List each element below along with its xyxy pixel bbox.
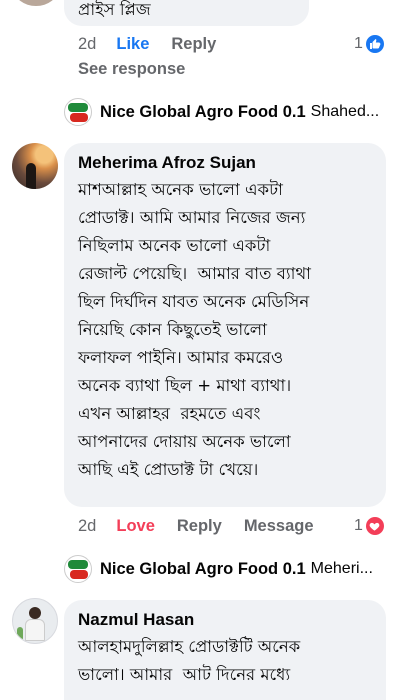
love-reaction-icon: [365, 517, 384, 535]
comment-bubble-nazmul: Nazmul Hasan আলহামদুলিল্লাহ প্রোডাক্টটি …: [64, 600, 386, 700]
comment-line: এখন আল্লাহর রহমতে এবং: [78, 404, 261, 423]
reply-button[interactable]: Reply: [177, 517, 222, 536]
comment-actions-top: 2d Like Reply: [78, 35, 238, 54]
comment-line: রেজাল্ট পেয়েছি। আমার বাত ব্যাথা: [78, 264, 311, 283]
comment-text-top: প্রাইস প্লিজ: [78, 0, 151, 19]
reply-preview-2[interactable]: Nice Global Agro Food 0.1 Meheri...: [64, 555, 373, 583]
comment-actions-meherima: 2d Love Reply Message: [78, 517, 336, 536]
avatar-meherima[interactable]: [12, 143, 58, 189]
page-logo-icon: [64, 98, 92, 126]
comment-line: আপনাদের দোয়ায় অনেক ভালো: [78, 432, 291, 451]
comment-text: আলহামদুলিল্লাহ প্রোডাক্টটি অনেক ভালো। আমা…: [78, 633, 383, 689]
timestamp[interactable]: 2d: [78, 35, 96, 54]
page-logo-icon: [64, 555, 92, 583]
reply-target-name: Shahed...: [310, 103, 380, 120]
reaction-summary-meherima[interactable]: 1: [354, 517, 384, 535]
avatar-top[interactable]: [14, 0, 58, 6]
like-reaction-icon: [365, 35, 384, 53]
comment-line: ছিল দির্ঘদিন যাবত অনেক মেডিসিন: [78, 292, 310, 311]
comment-bubble-top: প্রাইস প্লিজ: [64, 0, 309, 26]
comment-line: ফলাফল পাইনি। আমার কমরেও: [78, 348, 284, 367]
comment-line: আছি এই প্রোডাক্ট টা খেয়ে।: [78, 460, 259, 479]
reply-preview-1[interactable]: Nice Global Agro Food 0.1 Shahed...: [64, 98, 379, 126]
comment-line: মাশআল্লাহ অনেক ভালো একটা: [78, 180, 283, 199]
comment-author[interactable]: Nazmul Hasan: [78, 610, 194, 630]
reply-page-name: Nice Global Agro Food 0.1: [100, 559, 306, 578]
love-button[interactable]: Love: [116, 517, 155, 536]
comment-bubble-meherima: Meherima Afroz Sujan মাশআল্লাহ অনেক ভালো…: [64, 143, 386, 507]
comment-text: মাশআল্লাহ অনেক ভালো একটা প্রোডাক্ট। আমি আ…: [78, 176, 383, 484]
like-button[interactable]: Like: [116, 35, 149, 54]
comment-line: আলহামদুলিল্লাহ প্রোডাক্টটি অনেক: [78, 637, 301, 656]
comment-line: নিছিলাম অনেক ভালো একটা: [78, 236, 271, 255]
comment-line: ভালো। আমার আট দিনের মধ্যে: [78, 665, 291, 684]
message-button[interactable]: Message: [244, 517, 314, 536]
timestamp[interactable]: 2d: [78, 517, 96, 536]
comment-line: অনেক ব্যাথা ছিল + মাথা ব্যাথা।: [78, 376, 292, 395]
reply-target-name: Meheri...: [310, 560, 373, 577]
comment-line: প্রোডাক্ট। আমি আমার নিজের জন্য: [78, 208, 306, 227]
see-response-link[interactable]: See response: [78, 60, 185, 79]
reply-page-name: Nice Global Agro Food 0.1: [100, 102, 306, 121]
reaction-count: 1: [354, 517, 363, 534]
comment-author[interactable]: Meherima Afroz Sujan: [78, 153, 256, 173]
avatar-nazmul[interactable]: [12, 598, 58, 644]
reaction-summary-top[interactable]: 1: [354, 35, 384, 53]
reply-button[interactable]: Reply: [171, 35, 216, 54]
comment-line: নিয়েছি কোন কিছুতেই ভালো: [78, 320, 267, 339]
reaction-count: 1: [354, 35, 363, 52]
